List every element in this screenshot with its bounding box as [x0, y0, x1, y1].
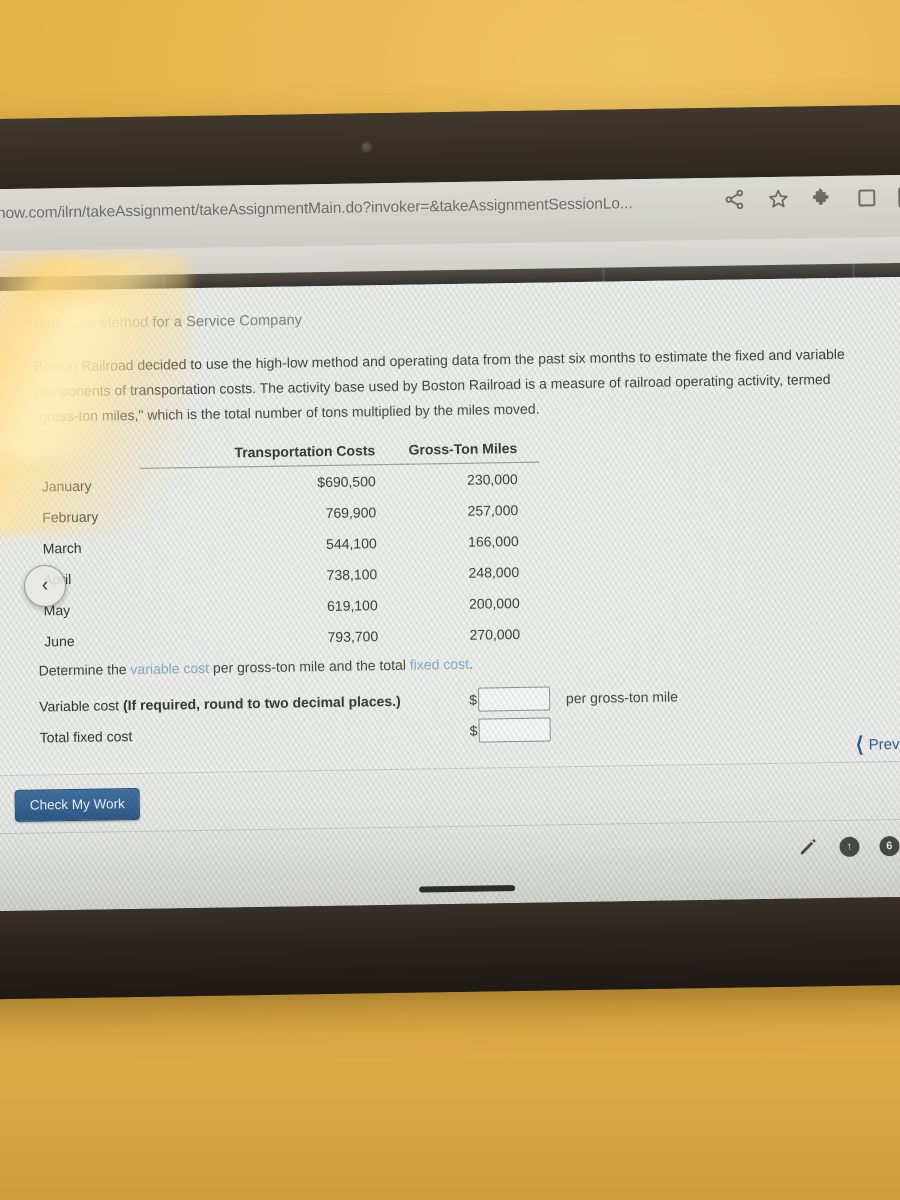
cell-cost: 769,900 [325, 504, 377, 521]
back-button[interactable]: ‹ [24, 565, 66, 607]
currency-symbol: $ [469, 722, 478, 739]
prompt-part-2: per gross-ton mile and the total [208, 656, 410, 676]
assignment-navigation: ⟨ Previous N [855, 733, 900, 757]
cell-miles: 257,000 [467, 501, 519, 519]
answer-row-total-fixed-cost: Total fixed cost $ [40, 711, 900, 749]
check-my-work-button[interactable]: Check My Work [14, 787, 141, 822]
cell-miles: 270,000 [469, 625, 521, 643]
reading-mode-icon[interactable] [854, 185, 878, 209]
cell-month: February [42, 508, 99, 526]
cell-month: June [44, 632, 75, 650]
camera-icon [360, 141, 374, 155]
cell-cost: 738,100 [326, 566, 378, 583]
answer-label-emphasis: (If required, round to two decimal place… [122, 692, 401, 714]
answer-label-variable-cost: Variable cost (If required, round to two… [39, 692, 469, 715]
cell-miles: 230,000 [466, 470, 518, 488]
chevron-left-icon: ⟨ [855, 733, 864, 757]
variable-cost-input[interactable] [477, 686, 551, 712]
unit-label-per-gross-ton-mile: per gross-ton mile [565, 688, 679, 707]
prompt-highlight-fixed-cost: fixed cost [409, 655, 470, 673]
currency-symbol: $ [469, 691, 478, 708]
puzzle-icon[interactable] [810, 186, 834, 210]
prompt-part-3: . [468, 655, 473, 672]
desk-shadow [0, 1000, 900, 1200]
cell-month: March [42, 539, 82, 557]
prompt-highlight-variable-cost: variable cost [130, 659, 210, 678]
table-row: June 793,700 270,000 [42, 618, 542, 657]
cell-cost: 619,100 [326, 597, 378, 614]
total-fixed-cost-input[interactable] [478, 717, 551, 743]
tablet-screen: ngenow.com/ilrn/takeAssignment/takeAssig… [0, 173, 900, 912]
star-icon[interactable] [766, 187, 790, 211]
answer-row-variable-cost: Variable cost (If required, round to two… [39, 680, 900, 718]
answer-label-text: Total fixed cost [39, 728, 133, 746]
answer-label-total-fixed-cost: Total fixed cost [39, 723, 470, 746]
col-header-gross-ton-miles: Gross-Ton Miles [389, 439, 540, 465]
cell-month: January [41, 477, 92, 495]
prompt-part-1: Determine the [38, 661, 131, 679]
shelf-status-area: ↑ 6 Oct 26 [795, 833, 900, 860]
share-icon[interactable] [722, 187, 746, 211]
cell-cost: $690,500 [317, 473, 376, 491]
page-title: High-Low Method for a Service Company [33, 302, 900, 332]
address-bar[interactable]: ngenow.com/ilrn/takeAssignment/takeAssig… [0, 195, 633, 223]
browser-toolbar-icons: 6 [722, 184, 900, 212]
cell-miles: 166,000 [467, 532, 519, 550]
cell-miles: 200,000 [468, 594, 520, 612]
previous-label: Previous [868, 735, 900, 754]
page-title-lead: High-Low Method [33, 314, 149, 333]
stylus-icon[interactable] [795, 835, 819, 859]
up-arrow-circle-icon[interactable]: ↑ [839, 836, 860, 857]
assignment-intro: Boston Railroad decided to use the high-… [33, 345, 845, 425]
cell-cost: 544,100 [325, 535, 377, 552]
tablet-device: ngenow.com/ilrn/takeAssignment/takeAssig… [0, 103, 900, 1000]
operating-data-table: Transportation Costs Gross-Ton Miles Jan… [39, 439, 542, 657]
assignment-document: High-Low Method for a Service Company Bo… [0, 276, 900, 750]
home-indicator[interactable] [419, 885, 516, 893]
os-shelf: ↑ 6 Oct 26 [0, 817, 900, 912]
cell-miles: 248,000 [468, 563, 520, 581]
answer-label-text: Variable cost [39, 697, 124, 715]
notification-badge[interactable]: 6 [879, 836, 900, 857]
col-header-month [39, 446, 139, 470]
page-title-rest: for a Service Company [148, 312, 303, 331]
previous-button[interactable]: ⟨ Previous [855, 733, 900, 757]
cell-cost: 793,700 [327, 628, 379, 645]
